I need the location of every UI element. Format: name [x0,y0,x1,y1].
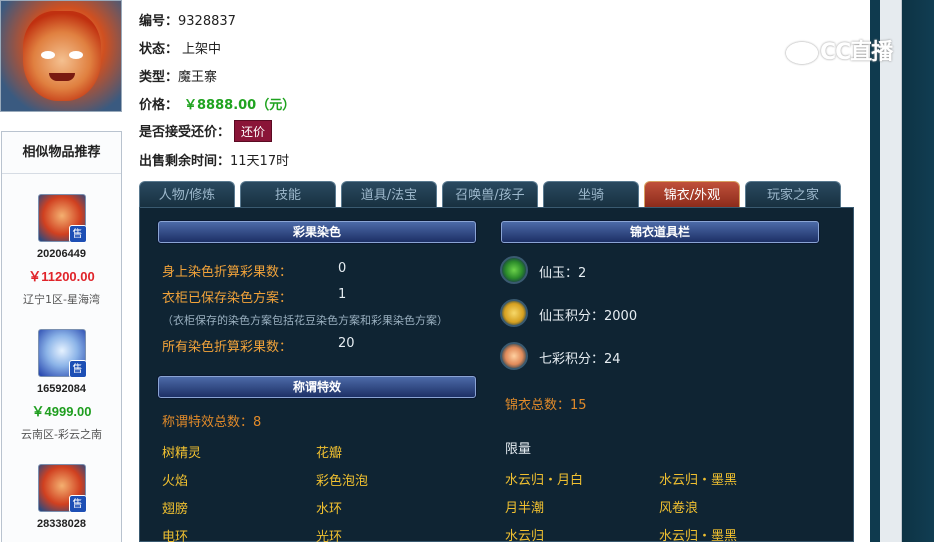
dye-row-value: 0 [338,261,347,276]
limited-item: 风卷浪 [659,501,699,516]
limited-item: 月半潮 [505,501,545,516]
limited-label: 限量 [505,442,532,457]
watermark: CC直播 [786,34,893,66]
limited-item: 水云归・墨黑 [659,529,738,542]
counter-offer-button[interactable]: 还价 [234,120,273,142]
title-fx-section-header: 称谓特效 [158,376,476,398]
avatar-face [23,11,101,101]
detail-tabs: 人物/修炼 技能 道具/法宝 召唤兽/孩子 坐骑 锦衣/外观 玩家之家 [139,181,845,208]
item-type-row: 类型：魔王寨 [139,66,217,85]
watermark-text: CC直播 [820,40,893,65]
similar-item-thumbnail[interactable]: 售 [37,194,87,243]
limited-item: 水云归・月白 [505,473,584,488]
jade-icon [500,256,528,284]
similar-items-panel: 相似物品推荐 售 20206449 ￥11200.00 辽宁1区-星海湾 售 1… [1,131,122,542]
sale-badge: 售 [68,225,87,243]
title-fx-total: 称谓特效总数：8 [162,415,262,430]
right-gutter [880,0,902,542]
dye-row-label: 身上染色折算彩果数： [162,265,293,280]
tab-summons[interactable]: 召唤兽/孩子 [442,181,538,208]
wardrobe-total: 锦衣总数：15 [505,398,587,413]
item-price-value: ￥8888.00（元） [184,98,296,113]
wardrobe-section-header: 锦衣道具栏 [501,221,819,243]
item-price-row: 价格： ￥8888.00（元） [139,94,295,113]
tab-home[interactable]: 玩家之家 [745,181,841,208]
similar-item-thumbnail[interactable]: 售 [37,464,87,513]
dye-note: （衣柜保存的染色方案包括花豆染色方案和彩果染色方案） [162,314,448,327]
counter-offer-label: 是否接受还价： [139,125,231,140]
title-fx-item: 彩色泡泡 [316,474,369,489]
item-status-value: 上架中 [182,42,222,57]
similar-item-id: 20206449 [37,248,86,260]
right-border [870,0,934,542]
item-status-row: 状态： 上架中 [139,38,221,57]
dye-row-label: 所有染色折算彩果数： [162,340,293,355]
page: 相似物品推荐 售 20206449 ￥11200.00 辽宁1区-星海湾 售 1… [0,0,934,542]
sale-badge: 售 [68,360,87,378]
time-left-row: 出售剩余时间：11天17时 [139,150,289,169]
item-id-row: 编号：9328837 [139,10,236,29]
time-left-value: 11天17时 [230,154,290,169]
dye-row-value: 1 [338,287,347,302]
title-fx-item: 水环 [316,502,343,517]
tab-character[interactable]: 人物/修炼 [139,181,235,208]
character-avatar [0,0,122,112]
item-type-label: 类型： [139,70,179,85]
title-fx-item: 电环 [162,530,189,542]
title-fx-item: 花瓣 [316,446,343,461]
similar-item[interactable]: 售 28338028 [2,464,121,530]
counter-offer-row: 是否接受还价： 还价 [139,120,273,142]
title-fx-item: 光环 [316,530,343,542]
title-fx-item: 树精灵 [162,446,202,461]
wardrobe-stat: 仙玉：2 [539,266,587,281]
dye-section-header: 彩果染色 [158,221,476,243]
title-fx-item: 翅膀 [162,502,189,517]
similar-item[interactable]: 售 16592084 ￥4999.00 云南区-彩云之南 [2,329,121,442]
right-background [902,0,934,542]
seven-color-icon [500,342,528,370]
item-id-label: 编号： [139,14,179,29]
time-left-label: 出售剩余时间： [139,154,231,169]
wardrobe-stat: 七彩积分：24 [539,352,621,367]
wardrobe-panel: 彩果染色 身上染色折算彩果数： 0 衣柜已保存染色方案： 1 （衣柜保存的染色方… [139,207,854,542]
similar-item-id: 16592084 [37,383,86,395]
similar-items-title: 相似物品推荐 [2,132,121,174]
similar-item[interactable]: 售 20206449 ￥11200.00 辽宁1区-星海湾 [2,194,121,307]
similar-item-thumbnail[interactable]: 售 [37,329,87,378]
item-status-label: 状态： [139,42,179,57]
card-icon [500,299,528,327]
title-fx-item: 火焰 [162,474,189,489]
wardrobe-stat: 仙玉积分：2000 [539,309,638,324]
similar-item-server: 辽宁1区-星海湾 [23,293,100,306]
limited-item: 水云归・墨黑 [659,473,738,488]
limited-item: 水云归 [505,529,545,542]
similar-item-server: 云南区-彩云之南 [21,428,102,441]
item-type-value: 魔王寨 [178,70,218,85]
sale-badge: 售 [68,495,87,513]
tab-mounts[interactable]: 坐骑 [543,181,639,208]
dye-row-label: 衣柜已保存染色方案： [162,291,293,306]
similar-item-price: ￥11200.00 [28,269,95,284]
similar-item-price: ￥4999.00 [31,404,92,419]
item-price-label: 价格： [139,98,179,113]
similar-item-id: 28338028 [37,518,86,530]
tab-wardrobe[interactable]: 锦衣/外观 [644,181,740,208]
item-id-value: 9328837 [178,14,236,29]
cc-logo-icon [786,42,818,64]
tab-skills[interactable]: 技能 [240,181,336,208]
tab-items[interactable]: 道具/法宝 [341,181,437,208]
dye-row-value: 20 [338,336,355,351]
